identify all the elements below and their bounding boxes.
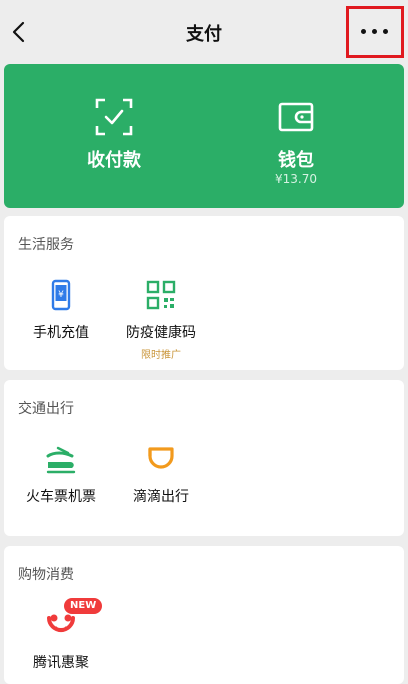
tile-label: 手机充值 <box>33 325 89 341</box>
didi-icon <box>144 442 178 476</box>
section-title: 生活服务 <box>18 237 74 253</box>
promo-tag: 限时推广 <box>141 350 181 361</box>
more-button[interactable] <box>346 6 404 58</box>
wallet-icon <box>277 98 315 136</box>
tile-label: 腾讯惠聚 <box>33 655 89 671</box>
train-ticket-tile[interactable]: 火车票机票 <box>6 442 116 522</box>
payment-hero-card: 收付款 钱包 ¥13.70 <box>4 64 404 208</box>
section-transportation: 交通出行 火车票机票 滴滴出行 <box>4 380 404 536</box>
qr-code-icon <box>144 278 178 312</box>
health-code-tile[interactable]: 防疫健康码 限时推广 <box>106 278 216 370</box>
scan-check-icon <box>95 98 133 136</box>
svg-text:¥: ¥ <box>58 290 64 300</box>
tile-label: 火车票机票 <box>26 489 96 505</box>
tile-label: 防疫健康码 <box>126 325 196 341</box>
tencent-huiju-tile[interactable]: NEW 腾讯惠聚 <box>6 598 116 684</box>
section-title: 交通出行 <box>18 401 74 417</box>
top-bar: 支付 <box>0 0 408 64</box>
phone-recharge-icon: ¥ <box>44 278 78 312</box>
receive-pay-label: 收付款 <box>87 150 141 171</box>
didi-tile[interactable]: 滴滴出行 <box>106 442 216 522</box>
receive-pay-button[interactable]: 收付款 <box>14 64 214 208</box>
tile-label: 滴滴出行 <box>133 489 189 505</box>
mobile-recharge-tile[interactable]: ¥ 手机充值 <box>6 278 116 358</box>
more-horizontal-icon <box>361 29 391 37</box>
new-badge: NEW <box>64 598 103 614</box>
section-title: 购物消费 <box>18 567 74 583</box>
section-shopping: 购物消费 NEW 腾讯惠聚 <box>4 546 404 684</box>
wallet-button[interactable]: 钱包 ¥13.70 <box>196 64 396 208</box>
wallet-balance: ¥13.70 <box>275 172 317 186</box>
train-icon <box>44 442 78 476</box>
wallet-label: 钱包 <box>278 150 314 171</box>
section-life-services: 生活服务 ¥ 手机充值 防疫健康码 限时推广 <box>4 216 404 370</box>
